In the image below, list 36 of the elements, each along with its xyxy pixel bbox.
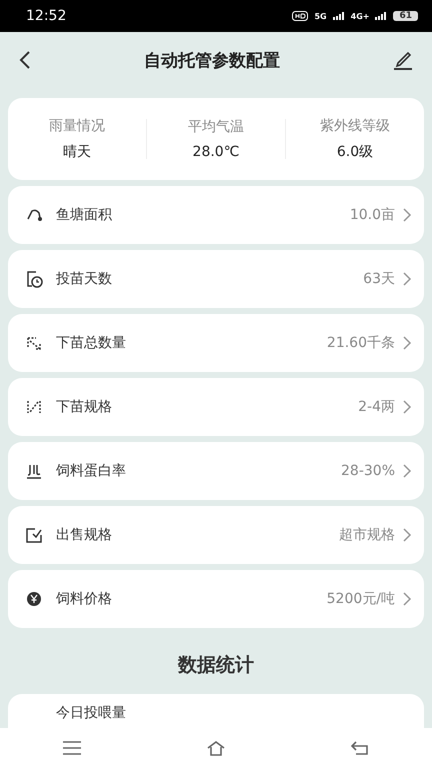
menu-icon[interactable] <box>62 741 82 755</box>
weather-label: 平均气温 <box>188 118 244 136</box>
chevron-icon <box>403 464 412 478</box>
section-title: 数据统计 <box>176 653 255 678</box>
edit-icon <box>392 50 414 70</box>
home-icon[interactable] <box>206 740 226 756</box>
setting-row[interactable]: 饲料价格 5200元/吨 <box>8 570 424 628</box>
page-title: 自动托管参数配置 <box>143 50 281 72</box>
network-label: 4G+ <box>350 12 370 20</box>
statistic-label: 今日投喂量 <box>56 704 126 722</box>
weather-value: 晴天 <box>63 143 91 161</box>
weather-label: 紫外线等级 <box>320 117 390 135</box>
network-label: 5G <box>314 12 327 20</box>
price-icon <box>24 589 44 609</box>
battery-indicator: 61 <box>393 11 418 21</box>
setting-row[interactable]: 饲料蛋白率 28-30% <box>8 442 424 500</box>
signal-icon <box>375 12 388 20</box>
setting-row[interactable]: 下苗规格 2-4两 <box>8 378 424 436</box>
status-time: 12:52 <box>26 8 68 24</box>
signal-icon <box>332 12 345 20</box>
chevron-icon <box>403 272 412 286</box>
chevron-icon <box>403 336 412 350</box>
weather-value: 28.0℃ <box>192 144 240 160</box>
weather-value: 6.0级 <box>336 143 374 161</box>
weather-label: 雨量情况 <box>49 117 105 135</box>
setting-row[interactable]: 下苗总数量 21.60千条 <box>8 314 424 372</box>
chevron-icon <box>403 208 412 222</box>
chevron-icon <box>403 592 412 606</box>
setting-row[interactable]: 鱼塘面积 10.0亩 <box>8 186 424 244</box>
chevron-icon <box>403 400 412 414</box>
back-icon <box>18 50 32 70</box>
setting-row[interactable]: 出售规格 超市规格 <box>8 506 424 564</box>
hd-icon <box>292 11 308 21</box>
setting-row[interactable]: 投苗天数 63天 <box>8 250 424 308</box>
back-icon[interactable] <box>350 740 370 756</box>
chevron-icon <box>403 528 412 542</box>
